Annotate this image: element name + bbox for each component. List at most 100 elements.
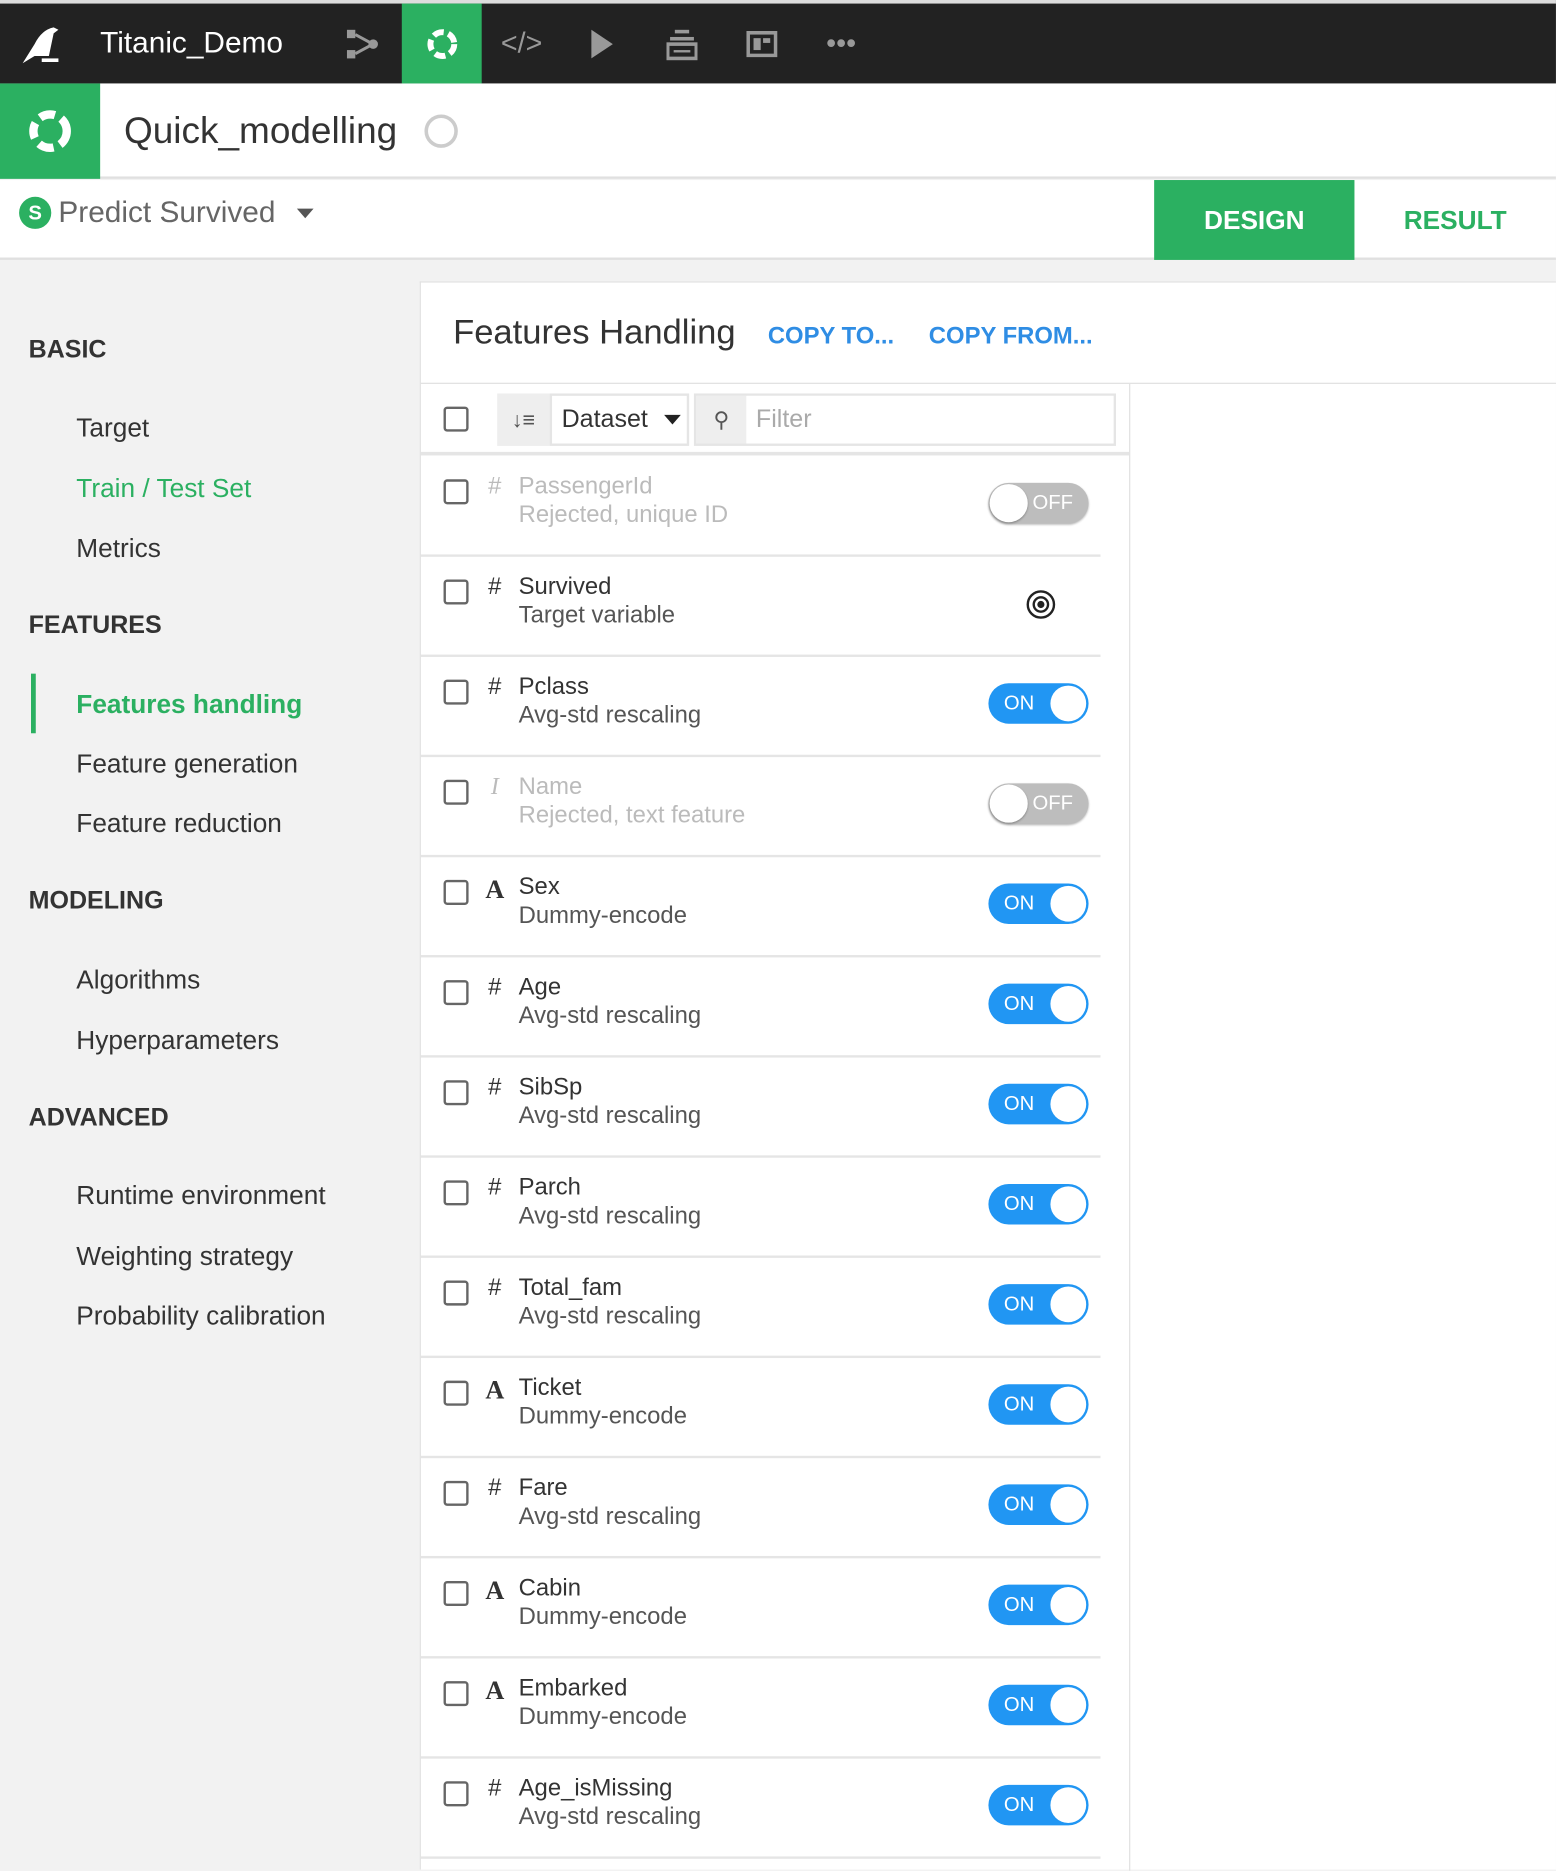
feature-row[interactable]: I Name Rejected, text feature OFF <box>420 757 1101 858</box>
stack-icon[interactable] <box>641 4 721 84</box>
feature-toggle[interactable]: ON <box>988 1384 1089 1425</box>
feature-row[interactable]: # Fare Avg-std rescaling ON <box>420 1458 1101 1559</box>
feature-toggle[interactable]: ON <box>988 683 1089 724</box>
section-advanced: ADVANCED <box>28 1104 169 1132</box>
feature-toggle[interactable]: OFF <box>988 482 1089 524</box>
run-icon[interactable] <box>562 4 642 84</box>
copy-from-button[interactable]: COPY FROM... <box>929 323 1093 350</box>
feature-name[interactable]: Survived <box>519 573 612 600</box>
feature-row[interactable]: A Cabin Dummy-encode ON <box>420 1558 1101 1659</box>
analysis-header: Quick_modelling <box>0 83 1556 179</box>
feature-toggle[interactable]: ON <box>988 1083 1089 1125</box>
feature-row[interactable]: A Sex Dummy-encode ON <box>420 857 1101 958</box>
sidebar-item-feature-generation[interactable]: Feature generation <box>76 749 298 780</box>
feature-toggle[interactable]: ON <box>988 883 1089 925</box>
feature-name[interactable]: Cabin <box>519 1575 581 1602</box>
sort-select[interactable]: Dataset <box>549 393 690 446</box>
feature-checkbox[interactable] <box>443 479 469 505</box>
more-icon[interactable]: ••• <box>801 4 881 84</box>
feature-name[interactable]: Parch <box>519 1174 581 1201</box>
feature-checkbox[interactable] <box>443 1080 469 1106</box>
feature-toggle[interactable]: ON <box>988 1684 1089 1726</box>
text-feature-icon: I <box>490 773 499 801</box>
feature-name[interactable]: Ticket <box>519 1375 582 1402</box>
feature-checkbox[interactable] <box>443 1681 469 1707</box>
sidebar-item-feature-reduction[interactable]: Feature reduction <box>76 808 282 839</box>
feature-name[interactable]: Embarked <box>519 1675 628 1702</box>
toggle-label: ON <box>1003 1592 1035 1616</box>
feature-toggle[interactable]: ON <box>988 1183 1089 1225</box>
feature-name[interactable]: Total_fam <box>519 1275 622 1302</box>
feature-name[interactable]: Name <box>519 774 583 801</box>
feature-handling: Avg-std rescaling <box>518 1102 702 1130</box>
feature-checkbox[interactable] <box>443 1781 469 1807</box>
feature-row[interactable]: # Age_isMissing Avg-std rescaling ON <box>420 1759 1101 1859</box>
bird-logo-icon[interactable] <box>0 4 83 84</box>
sidebar-item-runtime-environment[interactable]: Runtime environment <box>76 1180 325 1211</box>
flow-icon[interactable] <box>322 4 402 84</box>
model-selector[interactable]: S Predict Survived <box>19 196 314 231</box>
toggle-label: ON <box>1003 991 1035 1015</box>
feature-name[interactable]: SibSp <box>519 1074 583 1101</box>
feature-row[interactable]: # Age Avg-std rescaling ON <box>420 957 1101 1058</box>
feature-name[interactable]: Fare <box>519 1475 568 1502</box>
feature-checkbox[interactable] <box>443 1480 469 1506</box>
filter-input[interactable] <box>746 395 1114 444</box>
sidebar-item-target[interactable]: Target <box>76 413 149 444</box>
feature-checkbox[interactable] <box>443 679 469 705</box>
select-all-checkbox[interactable] <box>443 406 469 432</box>
feature-checkbox[interactable] <box>443 579 469 605</box>
tab-result[interactable]: RESULT <box>1354 180 1555 260</box>
copy-to-button[interactable]: COPY TO... <box>768 323 894 350</box>
feature-name[interactable]: PassengerId <box>519 473 653 500</box>
feature-handling: Dummy-encode <box>518 1603 687 1630</box>
feature-checkbox[interactable] <box>443 1180 469 1206</box>
feature-row[interactable]: # Pclass Avg-std rescaling ON <box>420 657 1101 758</box>
feature-toggle[interactable]: ON <box>988 983 1089 1025</box>
numeric-type-icon: # <box>488 1474 502 1502</box>
feature-checkbox[interactable] <box>443 980 469 1006</box>
sort-icon[interactable]: ↓≡ <box>497 393 550 446</box>
feature-toggle[interactable]: ON <box>988 1784 1089 1826</box>
tab-design[interactable]: DESIGN <box>1154 180 1355 260</box>
feature-checkbox[interactable] <box>443 879 469 905</box>
sidebar-item-probability-calibration[interactable]: Probability calibration <box>76 1301 325 1332</box>
feature-checkbox[interactable] <box>443 1280 469 1306</box>
dashboard-icon[interactable] <box>721 4 801 84</box>
feature-row[interactable]: A Ticket Dummy-encode ON <box>420 1358 1101 1459</box>
toggle-label: ON <box>1003 891 1035 915</box>
sidebar-item-hyperparameters[interactable]: Hyperparameters <box>76 1025 279 1056</box>
code-icon[interactable]: </> <box>482 4 562 84</box>
feature-toggle[interactable]: OFF <box>988 783 1089 824</box>
sidebar-item-weighting-strategy[interactable]: Weighting strategy <box>76 1241 293 1272</box>
feature-toggle[interactable]: ON <box>988 1584 1089 1626</box>
feature-row[interactable]: # Parch Avg-std rescaling ON <box>420 1158 1101 1258</box>
lab-icon[interactable] <box>401 3 482 84</box>
feature-name[interactable]: Age_isMissing <box>519 1775 673 1802</box>
project-name[interactable]: Titanic_Demo <box>83 26 321 61</box>
edit-icon[interactable] <box>424 114 458 148</box>
feature-checkbox[interactable] <box>443 779 469 805</box>
feature-toggle[interactable]: ON <box>988 1284 1089 1325</box>
feature-name[interactable]: Age <box>519 974 561 1001</box>
sidebar-item-train-test-set[interactable]: Train / Test Set <box>76 473 251 504</box>
feature-name[interactable]: Pclass <box>519 674 589 701</box>
feature-checkbox[interactable] <box>443 1580 469 1607</box>
toggle-label: ON <box>1003 1292 1035 1316</box>
text-type-icon: A <box>485 1675 505 1705</box>
feature-row[interactable]: # PassengerId Rejected, unique ID OFF <box>420 457 1101 557</box>
sidebar-item-metrics[interactable]: Metrics <box>76 533 161 564</box>
sidebar-item-features-handling[interactable]: Features handling <box>76 689 302 720</box>
analysis-title[interactable]: Quick_modelling <box>124 110 397 153</box>
feature-toggle[interactable]: ON <box>988 1484 1089 1525</box>
sidebar-item-algorithms[interactable]: Algorithms <box>76 965 200 996</box>
divider <box>1129 383 1131 1871</box>
feature-handling: Rejected, unique ID <box>518 501 729 529</box>
feature-row[interactable]: # Survived Target variable <box>420 557 1101 657</box>
feature-row[interactable]: A Embarked Dummy-encode ON <box>420 1658 1101 1759</box>
feature-name[interactable]: Sex <box>519 874 560 901</box>
feature-row[interactable]: # Total_fam Avg-std rescaling ON <box>420 1258 1101 1359</box>
feature-row[interactable]: # SibSp Avg-std rescaling ON <box>420 1058 1101 1158</box>
panel-title: Features Handling <box>453 313 736 352</box>
feature-checkbox[interactable] <box>443 1380 469 1406</box>
